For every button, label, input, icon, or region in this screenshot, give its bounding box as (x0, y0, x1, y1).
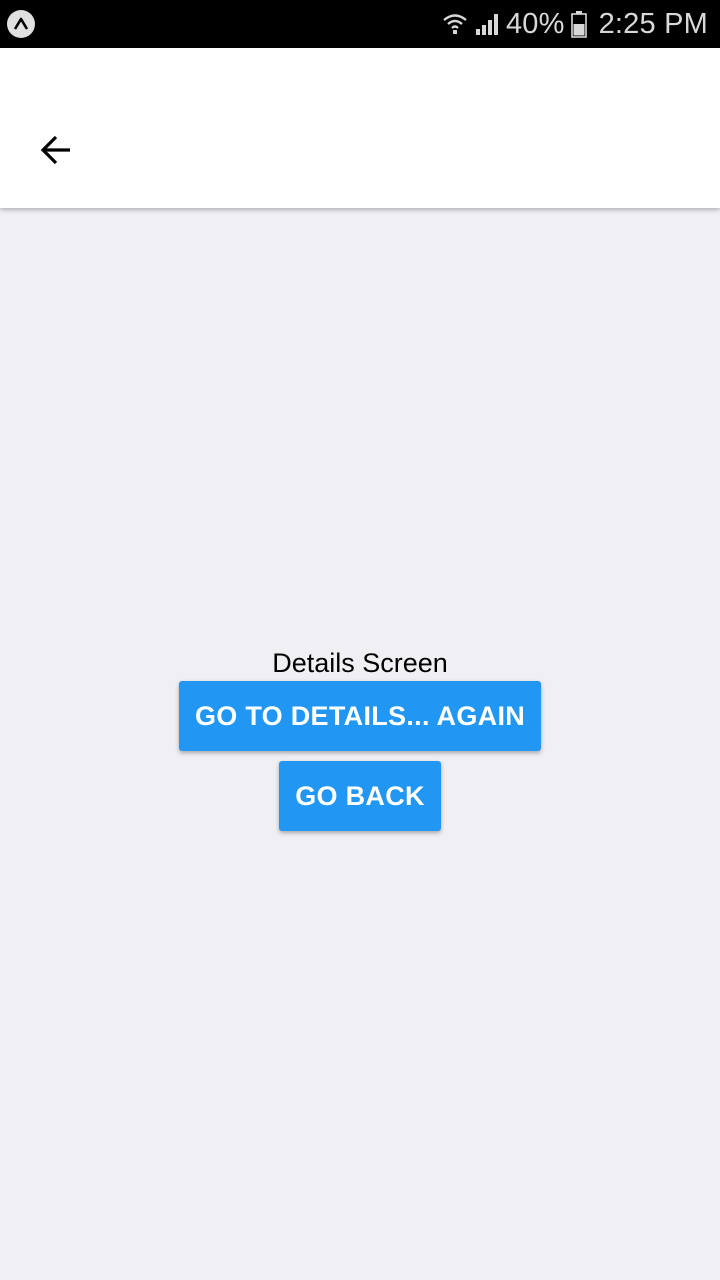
battery-icon (570, 10, 587, 38)
go-back-button[interactable]: GO BACK (279, 761, 441, 831)
content-area: Details Screen GO TO DETAILS... AGAIN GO… (0, 208, 720, 1280)
status-left (7, 10, 35, 38)
status-right: 40% 2:25 PM (442, 8, 708, 41)
expo-icon (7, 10, 35, 38)
screen-title: Details Screen (272, 648, 448, 678)
back-button[interactable] (24, 120, 88, 184)
arrow-left-icon[interactable] (38, 132, 74, 173)
go-to-details-button[interactable]: GO TO DETAILS... AGAIN (178, 681, 542, 751)
status-time: 2:25 PM (598, 7, 708, 40)
signal-icon (474, 11, 500, 37)
wifi-icon (442, 11, 468, 37)
status-bar: 40% 2:25 PM (0, 0, 720, 48)
battery-percent: 40% (505, 7, 565, 40)
app-header (0, 48, 720, 208)
